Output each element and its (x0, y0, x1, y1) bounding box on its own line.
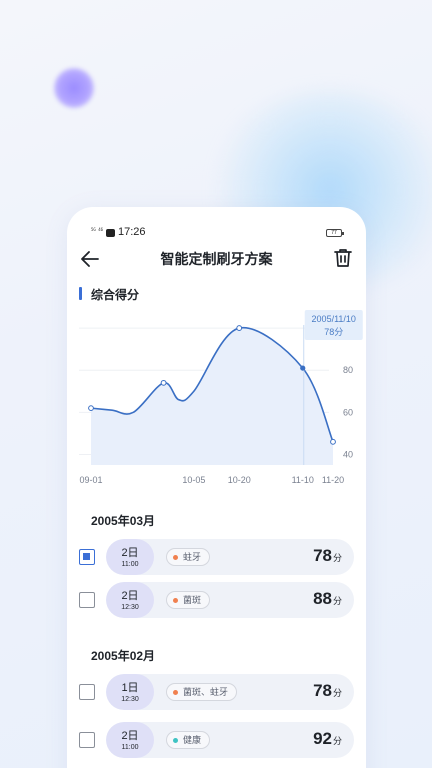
data-point (236, 325, 243, 331)
month-header: 2005年02月 (91, 649, 156, 663)
y-tick-label: 40 (343, 449, 353, 459)
signal-indicator: 5G 46 (91, 227, 104, 232)
record-date: 2日 11:00 (106, 722, 154, 758)
battery-icon: 77 (326, 229, 344, 237)
tooltip-value: 78分 (324, 327, 343, 337)
y-tick-label: 60 (343, 407, 353, 417)
record-time: 12:30 (121, 696, 139, 703)
record-card[interactable]: 2日 11:00 蛀牙 78分 (106, 539, 354, 575)
tag-dot-icon (173, 738, 178, 743)
x-tick-label: 11-10 (292, 475, 314, 485)
record-tag: 蛀牙 (166, 548, 211, 566)
tag-label: 健康 (183, 735, 202, 745)
record-tag: 健康 (166, 731, 211, 749)
phone-card: 5G 46 17:26 77 智能定制刷牙方案 综合得分 40608010020… (67, 207, 366, 768)
record-day: 2日 (121, 547, 139, 559)
section-accent-bar (79, 287, 82, 300)
score-unit: 分 (332, 553, 342, 563)
record-time: 11:00 (121, 561, 139, 568)
record-day: 2日 (121, 730, 139, 742)
record-date: 1日 12:30 (106, 674, 154, 710)
tag-label: 菌斑、蛀牙 (183, 687, 229, 697)
record-day: 1日 (121, 682, 139, 694)
record-time: 11:00 (121, 744, 139, 751)
x-tick-label: 11-20 (322, 475, 344, 485)
record-time: 12:30 (121, 604, 139, 611)
record-score: 78分 (313, 681, 342, 701)
record-card[interactable]: 2日 12:30 菌斑 88分 (106, 582, 354, 618)
trash-icon[interactable] (332, 247, 354, 269)
score-chart: 4060801002005/11/1078分09-0110-0510-2011-… (67, 307, 366, 497)
y-tick-label: 80 (343, 365, 353, 375)
x-tick-label: 10-05 (182, 475, 205, 485)
record-day: 2日 (121, 590, 139, 602)
record-checkbox[interactable] (79, 684, 95, 700)
record-checkbox[interactable] (79, 732, 95, 748)
tag-dot-icon (173, 690, 178, 695)
record-date: 2日 11:00 (106, 539, 154, 575)
x-tick-label: 09-01 (79, 475, 102, 485)
tag-label: 菌斑 (183, 595, 202, 605)
data-point (330, 438, 336, 445)
record-score: 92分 (313, 729, 342, 749)
score-value: 88 (313, 589, 332, 608)
highlight-point (300, 365, 306, 371)
score-line-chart: 4060801002005/11/1078分09-0110-0510-2011-… (79, 310, 363, 485)
record-checkbox[interactable] (79, 549, 95, 565)
network-icon (106, 229, 115, 237)
status-time: 17:26 (118, 226, 146, 238)
title-bar: 智能定制刷牙方案 (67, 245, 366, 273)
data-point (160, 379, 167, 386)
tooltip-date: 2005/11/10 (312, 314, 356, 324)
score-value: 78 (313, 546, 332, 565)
record-date: 2日 12:30 (106, 582, 154, 618)
record-row[interactable]: 2日 11:00 健康 92分 (79, 722, 354, 758)
record-tag: 菌斑、蛀牙 (166, 683, 238, 701)
score-unit: 分 (332, 736, 342, 746)
score-unit: 分 (332, 688, 342, 698)
page-title: 智能定制刷牙方案 (160, 251, 273, 267)
record-card[interactable]: 1日 12:30 菌斑、蛀牙 78分 (106, 674, 354, 710)
record-checkbox[interactable] (79, 592, 95, 608)
score-value: 78 (313, 681, 332, 700)
data-point (88, 405, 94, 412)
record-row[interactable]: 2日 11:00 蛀牙 78分 (79, 539, 354, 575)
score-unit: 分 (332, 596, 342, 606)
background-decoration-purple (54, 68, 94, 108)
record-score: 88分 (313, 589, 342, 609)
month-header: 2005年03月 (91, 514, 156, 528)
record-card[interactable]: 2日 11:00 健康 92分 (106, 722, 354, 758)
record-row[interactable]: 2日 12:30 菌斑 88分 (79, 582, 354, 618)
tag-dot-icon (173, 555, 178, 560)
section-title: 综合得分 (91, 288, 140, 302)
score-value: 92 (313, 729, 332, 748)
tag-label: 蛀牙 (183, 552, 202, 562)
x-tick-label: 10-20 (228, 475, 251, 485)
record-row[interactable]: 1日 12:30 菌斑、蛀牙 78分 (79, 674, 354, 710)
tag-dot-icon (173, 598, 178, 603)
record-tag: 菌斑 (166, 591, 211, 609)
record-score: 78分 (313, 546, 342, 566)
chart-area (91, 327, 333, 465)
